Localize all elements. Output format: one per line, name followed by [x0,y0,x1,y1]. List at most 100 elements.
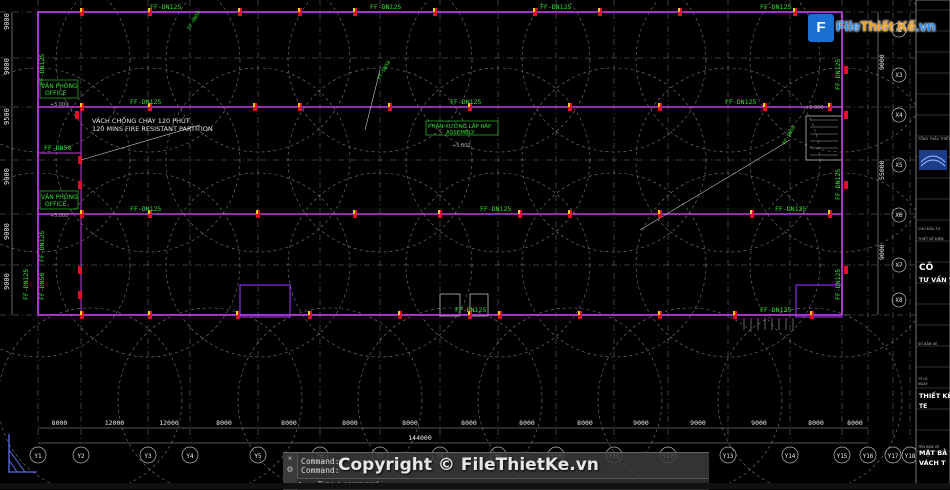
sprinkler-head-tip [810,311,812,315]
pipe-label: FF-DN125 [150,3,181,11]
sprinkler-head-tip [793,8,795,12]
pipe-label-diagonal: FF-DN50 [377,60,393,81]
total-dimension: 144000 [408,434,432,442]
sprinkler-head-tip [733,311,735,315]
room-name: VĂN PHÒNG [41,194,78,201]
sprinkler-head [844,66,848,74]
sprinkler-head [844,181,848,189]
sprinkler-head [78,156,82,164]
room-name: PHÂN XƯỞNG LẮP RÁP [428,122,492,130]
sprinkler-head [78,291,82,299]
right-dimension: 9000 [878,54,886,70]
room-name-en: OFFICE [45,201,67,208]
sprinkler-head [78,266,82,274]
filethietke-logo: F FileThiết Kế.vn [808,12,936,44]
title-block-text: CÔ [919,261,934,273]
pipe-label-vertical: FF-DN125 [38,231,46,262]
command-history-line: Command: [301,466,340,475]
sprinkler-head-tip [238,8,240,12]
sprinkler-head-tip [828,103,830,107]
logo-mark: F [808,14,834,42]
title-block-text: TE [919,403,927,410]
title-block-text: THIẾT KẾ [919,390,950,400]
bottom-dimension: 8000 [281,419,297,427]
left-dimension: 9000 [3,168,11,185]
bottom-dimension: 12000 [105,419,125,427]
title-block-small-text: NGÀY [918,381,928,386]
axis-label: Y16 [863,453,874,460]
stair-core [805,115,843,161]
sprinkler-head-tip [598,8,600,12]
sprinkler-head-tip [148,311,150,315]
sprinkler-head-tip [80,8,82,12]
gear-icon[interactable]: ⚙ [283,464,297,475]
dimension-lines: 9000 9000 9500 9000 9000 9000 9000 55000 9000 800… [3,12,919,464]
title-block-text: TƯ VẤN V [919,274,950,284]
title-block-small-text: SỐ BẢN VẼ [918,341,937,346]
title-block-small-text: TỶ LỆ [917,376,928,381]
axis-label: Y5 [254,453,262,460]
axis-label: X7 [895,262,903,269]
pipe-label-vertical: FF-DN125 [22,269,30,300]
sprinkler-head [844,111,848,119]
sprinkler-head-tip [388,103,390,107]
close-icon[interactable]: × [283,453,297,464]
axis-label: Y15 [837,453,848,460]
leader-line [639,139,791,231]
partition-note-en: 120 MINS FIRE RESISTANT PARTITION [92,125,213,133]
sprinkler-head-tip [533,8,535,12]
sprinkler-head-tip [498,311,500,315]
pipe-label-vertical: FF-DN125 [834,59,842,90]
bottom-dimension: 8000 [52,419,68,427]
title-block: CÔTƯ VẤN VTHIẾT KẾTEMẶT BẰVÁCH TTỔNG THẦ… [915,0,950,489]
bottom-dimension: 8000 [808,419,824,427]
room-elevation: +5.000 [805,105,824,111]
pipe-label: FF-DN125 [725,98,756,106]
bottom-dimension: 8000 [519,419,535,427]
axis-label: Y4 [186,453,194,460]
pipe-label: FF-DN125 [130,98,161,106]
sprinkler-head-tip [298,8,300,12]
sprinkler-head-tip [658,103,660,107]
pipe-label: FF-DN125 [130,205,161,213]
copyright-watermark: Copyright © FileThietKe.vn [338,455,599,475]
axis-label: Y17 [888,453,899,460]
sprinkler-coverage-circles [0,0,935,489]
axis-label: Y3 [144,453,152,460]
pipe-label: FF-DN125 [450,98,481,106]
sprinkler-head-tip [298,103,300,107]
sprinkler-head-tip [518,210,520,214]
bottom-dimension: 8000 [216,419,232,427]
sprinkler-head-tip [433,8,435,12]
title-block-small-text: CHỦ ĐẦU TƯ [918,226,941,231]
sprinkler-head-tip [80,311,82,315]
pipe-label-vertical: FF-DN125 [834,169,842,200]
layout-tabs-bar[interactable] [0,483,950,489]
drawing-labels: FF-DN125 FF-DN125 FF-DN125 FF-DN125 FF-DN125… [22,3,842,314]
pipe-label-vertical: FF-DN50 [38,273,46,300]
sprinkler-head-tip [568,210,570,214]
bottom-dimension: 12000 [159,419,179,427]
room-name-en: ASSEMBLY [446,130,475,136]
pipe-label: FF-DN125 [455,306,486,314]
axis-label: X6 [895,212,903,219]
cad-model-space[interactable]: FF-DN125 FF-DN125 FF-DN125 FF-DN125 FF-DN125… [0,0,950,489]
sprinkler-head-tip [236,311,238,315]
bottom-dimension: 8000 [461,419,477,427]
coverage-circle [717,307,903,489]
pipe-label: FF-DN125 [760,306,791,314]
pipe-label: FF-DN125 [480,205,511,213]
room-elevation: +5.000 [50,213,69,219]
sprinkler-head-tip [253,103,255,107]
bottom-dimension: 9000 [690,419,706,427]
sprinkler-head-tip [80,210,82,214]
axis-label: X4 [895,112,903,119]
pipe-label: FF-DN125 [775,205,806,213]
axis-label: Y14 [785,453,796,460]
right-dimension: 55000 [878,160,886,180]
stair-core [239,284,291,318]
room-name: VĂN PHÒNG [41,83,78,90]
ucs-icon [8,434,37,473]
sprinkler-heads [75,8,848,319]
sprinkler-head [844,266,848,274]
